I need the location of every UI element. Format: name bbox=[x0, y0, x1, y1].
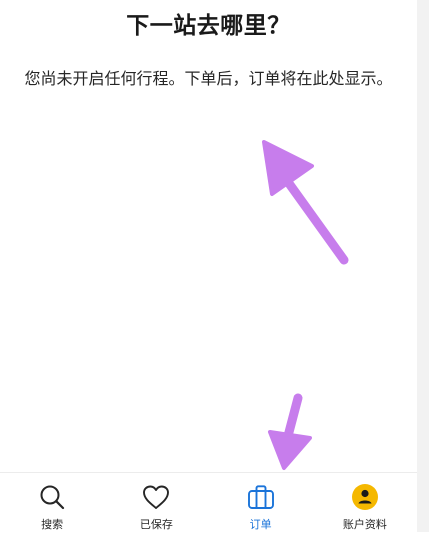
tab-label-saved: 已保存 bbox=[139, 518, 173, 531]
tab-orders[interactable]: 订单 bbox=[209, 473, 313, 533]
bottom-tab-bar: 搜索 已保存 订单 账户资料 bbox=[0, 472, 417, 533]
tab-label-orders: 订单 bbox=[249, 518, 272, 531]
heart-icon bbox=[141, 482, 171, 512]
tab-label-search: 搜索 bbox=[41, 518, 64, 531]
briefcase-icon bbox=[246, 482, 276, 512]
search-icon bbox=[37, 482, 67, 512]
tab-search[interactable]: 搜索 bbox=[0, 473, 104, 533]
page-title: 下一站去哪里？ bbox=[126, 13, 291, 39]
annotation-arrow-up-icon bbox=[262, 140, 349, 265]
scrollbar-track[interactable] bbox=[417, 0, 429, 532]
tab-account[interactable]: 账户资料 bbox=[313, 473, 417, 533]
tab-label-account: 账户资料 bbox=[342, 518, 387, 531]
orders-empty-state: 下一站去哪里？ 您尚未开启任何行程。下单后，订单将在此处显示。 bbox=[0, 0, 417, 472]
tab-saved[interactable]: 已保存 bbox=[104, 473, 208, 533]
annotation-arrow-down-icon bbox=[268, 393, 312, 470]
account-icon bbox=[350, 482, 380, 512]
empty-state-message: 您尚未开启任何行程。下单后，订单将在此处显示。 bbox=[24, 69, 393, 88]
